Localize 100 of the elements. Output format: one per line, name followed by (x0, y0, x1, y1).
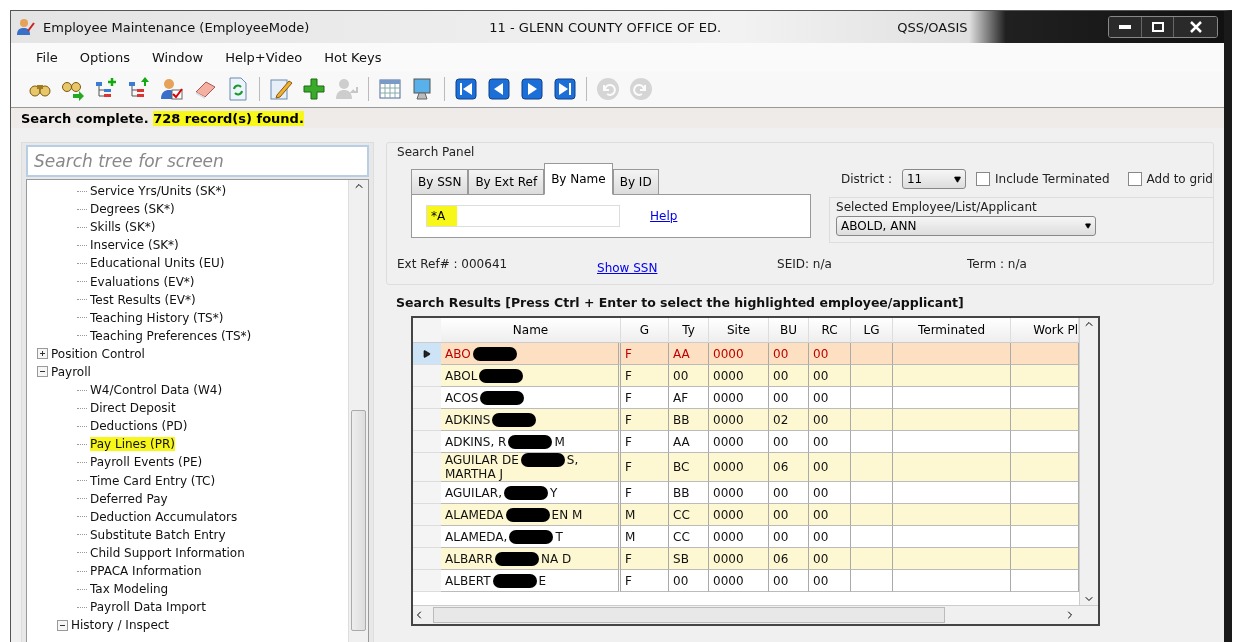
district-dropdown[interactable]: 11 (902, 169, 966, 189)
search-tab[interactable]: By Ext Ref (468, 169, 545, 195)
menu-item[interactable]: Options (70, 47, 139, 67)
column-header[interactable]: BU (769, 318, 809, 343)
tree-item[interactable]: Child Support Information (90, 545, 245, 560)
scroll-thumb[interactable] (433, 607, 945, 623)
table-cell: F (621, 343, 669, 365)
tree-item[interactable]: Time Card Entry (TC) (90, 473, 216, 488)
expand-icon[interactable] (37, 348, 48, 360)
table-cell: 00 (769, 365, 809, 387)
column-header[interactable]: Work Pl (1011, 318, 1079, 343)
tree-item[interactable]: Payroll Data Import (90, 600, 206, 615)
table-cell: F (621, 548, 669, 570)
table-cell: 0000 (709, 387, 769, 409)
tree-item[interactable]: Substitute Batch Entry (90, 527, 226, 542)
scrollbar[interactable] (1079, 318, 1098, 605)
maximize-button[interactable] (1141, 17, 1173, 37)
table-cell: F (621, 453, 669, 482)
tree-item[interactable]: Degrees (SK*) (90, 202, 175, 217)
tree-item[interactable]: Payroll (51, 365, 91, 379)
search-tab[interactable]: By Name (544, 163, 613, 195)
collapse-icon[interactable] (57, 619, 68, 631)
district-label: District : (841, 172, 892, 186)
name-search-field[interactable]: *A (426, 205, 620, 227)
tree-item[interactable]: Teaching History (TS*) (90, 310, 224, 325)
column-header[interactable]: Terminated (893, 318, 1011, 343)
selected-employee-dropdown[interactable]: ABOLD, ANN (836, 216, 1096, 236)
table-cell: 0000 (709, 548, 769, 570)
collapse-icon[interactable] (37, 366, 48, 378)
scroll-thumb[interactable] (351, 410, 366, 631)
tree-item[interactable]: Inservice (SK*) (90, 238, 179, 253)
checkbox[interactable] (976, 172, 990, 186)
menu-item[interactable]: Window (142, 47, 213, 67)
tree-item[interactable]: Teaching Preferences (TS*) (90, 328, 252, 343)
menu-item[interactable]: Hot Keys (315, 47, 391, 67)
column-header[interactable]: LG (851, 318, 893, 343)
table-cell: 00 (669, 365, 709, 387)
table-cell: F (621, 431, 669, 453)
dropdown-arrow-icon (954, 175, 961, 183)
table-cell: ALBARR (445, 551, 494, 566)
table-cell: AGUILAR, (445, 485, 502, 500)
tree-item[interactable]: Deductions (PD) (90, 419, 188, 434)
tree-item[interactable]: Direct Deposit (90, 401, 176, 416)
tree-item[interactable]: Service Yrs/Units (SK*) (90, 184, 227, 199)
tree-item[interactable]: Educational Units (EU) (90, 256, 225, 271)
table-cell: 00 (769, 343, 809, 365)
table-cell: ALAMEDA, (445, 529, 508, 544)
table-cell: ADKINS (445, 412, 491, 427)
table-cell: 06 (769, 453, 809, 482)
table-cell: NA D (541, 551, 572, 566)
table-cell: ADKINS, R (445, 434, 507, 449)
tree-search-field[interactable]: Search tree for screen (26, 145, 369, 177)
search-tab[interactable]: By SSN (411, 169, 469, 195)
table-cell: 0000 (709, 504, 769, 526)
redaction-mark (480, 390, 525, 405)
menu-item[interactable]: Help+Video (216, 47, 312, 67)
table-cell: CC (669, 504, 709, 526)
tree-item[interactable]: Evaluations (EV*) (90, 274, 195, 289)
tree-item[interactable]: Payroll Events (PE) (90, 455, 203, 470)
horizontal-scrollbar[interactable] (413, 605, 1098, 624)
tree-item[interactable]: History / Inspect (71, 618, 170, 633)
column-header[interactable]: Site (709, 318, 769, 343)
checkbox[interactable] (1127, 172, 1142, 186)
show-ssn-link[interactable]: Show SSN (597, 261, 658, 275)
redaction-mark (472, 346, 517, 361)
tree-item[interactable]: Position Control (51, 346, 145, 361)
table-cell: 0000 (709, 453, 769, 482)
table-cell: F (621, 570, 669, 592)
help-link[interactable]: Help (650, 209, 678, 223)
table-cell: F (621, 387, 669, 409)
current-row-icon (423, 349, 431, 358)
tree-item[interactable]: Pay Lines (PR) (90, 437, 175, 452)
dropdown-arrow-icon (1085, 223, 1091, 229)
scrollbar[interactable] (348, 180, 368, 642)
table-cell: M (621, 526, 669, 548)
table-cell: 00 (809, 387, 851, 409)
tree-item[interactable]: Skills (SK*) (90, 220, 156, 235)
tree-item[interactable]: Deduction Accumulators (90, 509, 238, 524)
tree-item[interactable]: PPACA Information (90, 564, 202, 578)
minimize-button[interactable] (1109, 17, 1141, 37)
tree-item[interactable]: Test Results (EV*) (90, 292, 196, 307)
tree-item[interactable]: W4/Control Data (W4) (90, 383, 223, 398)
table-cell: 0000 (709, 409, 769, 431)
column-header[interactable]: Name (441, 318, 621, 343)
search-tab[interactable]: By ID (612, 169, 659, 195)
column-header[interactable]: RC (809, 318, 851, 343)
table-cell: BC (669, 453, 709, 482)
menu-item[interactable]: File (27, 47, 67, 67)
column-header[interactable]: Ty (669, 318, 709, 343)
close-button[interactable] (1173, 17, 1217, 37)
table-cell: S, (566, 453, 579, 467)
checkbox-label: Add to grid (1146, 172, 1213, 186)
row-header[interactable] (413, 343, 441, 365)
table-cell: ALAMEDA (445, 507, 504, 522)
tree-item[interactable]: Deferred Pay (90, 491, 168, 506)
column-header[interactable]: G (621, 318, 669, 343)
term-text: Term : n/a (967, 257, 1028, 273)
user-pencil-icon (17, 18, 35, 36)
tree-item[interactable]: Tax Modeling (90, 582, 169, 597)
table-cell: AGUILAR DE (445, 453, 519, 467)
